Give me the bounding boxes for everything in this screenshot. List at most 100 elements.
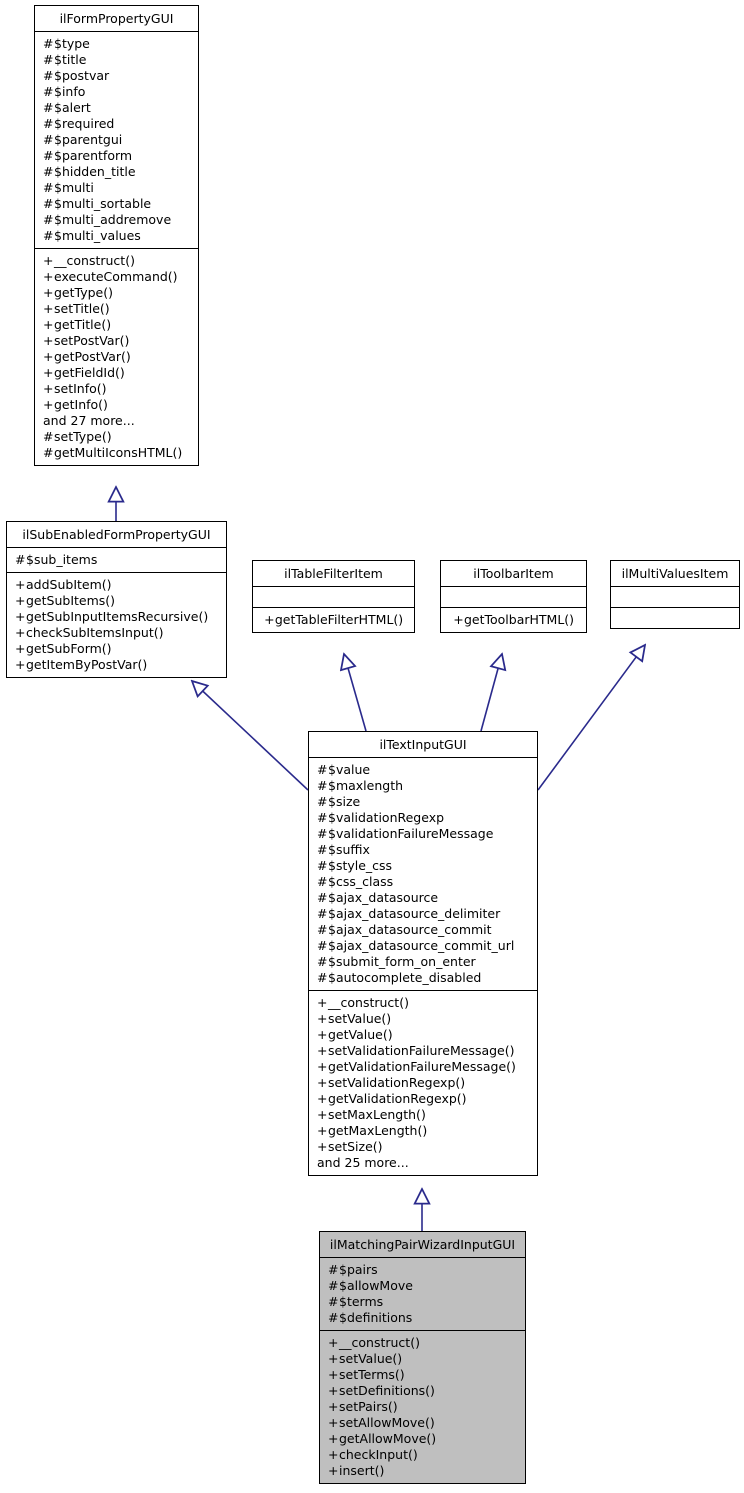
class-box-ilToolbarItem[interactable]: ilToolbarItem +getToolbarHTML() xyxy=(440,560,587,633)
member-name: $parentform xyxy=(54,148,133,163)
visibility-marker: + xyxy=(43,349,54,364)
visibility-marker: # xyxy=(43,84,54,99)
visibility-marker: # xyxy=(43,116,54,131)
class-member-row: #$size xyxy=(317,794,531,810)
class-member-row: +getSubInputItemsRecursive() xyxy=(15,609,220,625)
visibility-marker: # xyxy=(317,762,328,777)
class-member-row: #$multi_addremove xyxy=(43,212,192,228)
visibility-marker: # xyxy=(328,1294,339,1309)
visibility-marker: # xyxy=(317,906,328,921)
visibility-marker: + xyxy=(328,1415,339,1430)
class-box-ilMatchingPairWizardInputGUI[interactable]: ilMatchingPairWizardInputGUI #$pairs #$al… xyxy=(319,1231,526,1484)
visibility-marker: + xyxy=(43,333,54,348)
member-name: $hidden_title xyxy=(54,164,136,179)
visibility-marker: # xyxy=(43,445,54,460)
class-member-row: #$sub_items xyxy=(15,552,220,568)
member-name: setValidationFailureMessage() xyxy=(328,1043,515,1058)
visibility-marker: # xyxy=(328,1310,339,1325)
class-member-row: +setPairs() xyxy=(328,1399,519,1415)
visibility-marker: + xyxy=(43,365,54,380)
member-name: insert() xyxy=(339,1463,385,1478)
visibility-marker: + xyxy=(317,1123,328,1138)
member-name: setInfo() xyxy=(54,381,107,396)
class-member-row: #$multi_values xyxy=(43,228,192,244)
visibility-marker: # xyxy=(317,938,328,953)
class-member-row: +getValidationRegexp() xyxy=(317,1091,531,1107)
member-name: setValue() xyxy=(339,1351,403,1366)
class-member-row: +checkInput() xyxy=(328,1447,519,1463)
class-member-row: +getInfo() xyxy=(43,397,192,413)
visibility-marker: + xyxy=(328,1431,339,1446)
visibility-marker: # xyxy=(43,68,54,83)
visibility-marker: + xyxy=(328,1399,339,1414)
edge-textinput-to-subenabled xyxy=(192,681,309,791)
visibility-marker: + xyxy=(15,577,26,592)
visibility-marker: # xyxy=(43,212,54,227)
class-member-row: +checkSubItemsInput() xyxy=(15,625,220,641)
class-box-ilMultiValuesItem[interactable]: ilMultiValuesItem xyxy=(610,560,740,629)
visibility-marker: + xyxy=(328,1383,339,1398)
visibility-marker: # xyxy=(328,1278,339,1293)
visibility-marker: + xyxy=(317,1011,328,1026)
class-member-row: +setInfo() xyxy=(43,381,192,397)
class-member-row: +__construct() xyxy=(328,1335,519,1351)
visibility-marker: + xyxy=(328,1335,339,1350)
class-title-ilTextInputGUI: ilTextInputGUI xyxy=(379,737,467,752)
member-name: $multi xyxy=(54,180,94,195)
visibility-marker: # xyxy=(328,1262,339,1277)
visibility-marker: + xyxy=(317,1107,328,1122)
class-member-row: #$postvar xyxy=(43,68,192,84)
visibility-marker: + xyxy=(43,269,54,284)
class-box-ilFormPropertyGUI[interactable]: ilFormPropertyGUI #$type #$title #$postvar… xyxy=(34,5,199,466)
class-box-ilTextInputGUI[interactable]: ilTextInputGUI #$value #$maxlength #$size #… xyxy=(308,731,538,1176)
class-member-row: #$validationRegexp xyxy=(317,810,531,826)
visibility-marker: # xyxy=(317,970,328,985)
visibility-marker: + xyxy=(15,641,26,656)
visibility-marker: + xyxy=(328,1367,339,1382)
visibility-marker: + xyxy=(328,1447,339,1462)
member-name: getItemByPostVar() xyxy=(26,657,148,672)
visibility-marker: # xyxy=(317,810,328,825)
class-member-row: +setTerms() xyxy=(328,1367,519,1383)
operations-compartment-ilSubEnabledFormPropertyGUI: +addSubItem() +getSubItems() +getSubInputI… xyxy=(7,573,226,677)
visibility-marker: # xyxy=(43,52,54,67)
member-name: $alert xyxy=(54,100,91,115)
class-member-row: #$multi xyxy=(43,180,192,196)
class-member-row: and 27 more... xyxy=(43,413,135,428)
member-name: addSubItem() xyxy=(26,577,112,592)
member-name: checkSubItemsInput() xyxy=(26,625,164,640)
member-name: setPostVar() xyxy=(54,333,130,348)
visibility-marker: + xyxy=(328,1351,339,1366)
member-name: setTerms() xyxy=(339,1367,405,1382)
class-member-row: +getToolbarHTML() xyxy=(447,612,580,628)
class-member-row: #$submit_form_on_enter xyxy=(317,954,531,970)
class-member-row: #$parentform xyxy=(43,148,192,164)
class-box-ilSubEnabledFormPropertyGUI[interactable]: ilSubEnabledFormPropertyGUI #$sub_items … xyxy=(6,521,227,678)
visibility-marker: + xyxy=(15,593,26,608)
class-member-row: and 25 more... xyxy=(317,1155,409,1170)
class-box-ilTableFilterItem[interactable]: ilTableFilterItem +getTableFilterHTML() xyxy=(252,560,415,633)
class-member-row: #$definitions xyxy=(328,1310,519,1326)
class-member-row: #getMultiIconsHTML() xyxy=(43,445,192,461)
member-name: $pairs xyxy=(339,1262,378,1277)
member-name: setType() xyxy=(54,429,112,444)
member-name: $definitions xyxy=(339,1310,413,1325)
visibility-marker: # xyxy=(43,100,54,115)
member-name: getSubInputItemsRecursive() xyxy=(26,609,209,624)
operations-compartment-ilTableFilterItem: +getTableFilterHTML() xyxy=(253,608,414,632)
class-member-row: #$multi_sortable xyxy=(43,196,192,212)
class-member-row: #$allowMove xyxy=(328,1278,519,1294)
edge-textinput-to-multivaluesitem xyxy=(537,645,645,791)
visibility-marker: # xyxy=(317,954,328,969)
class-member-row: #$ajax_datasource_delimiter xyxy=(317,906,531,922)
visibility-marker: + xyxy=(264,612,275,627)
visibility-marker: + xyxy=(317,1027,328,1042)
visibility-marker: # xyxy=(43,132,54,147)
class-member-row: #$ajax_datasource xyxy=(317,890,531,906)
member-name: $validationFailureMessage xyxy=(328,826,494,841)
operations-compartment-ilFormPropertyGUI: +__construct() +executeCommand() +getType(… xyxy=(35,249,198,465)
member-name: $ajax_datasource_delimiter xyxy=(328,906,501,921)
edge-textinput-to-toolbaritem xyxy=(480,654,502,732)
class-title-ilMultiValuesItem: ilMultiValuesItem xyxy=(621,566,729,581)
visibility-marker: + xyxy=(317,995,328,1010)
